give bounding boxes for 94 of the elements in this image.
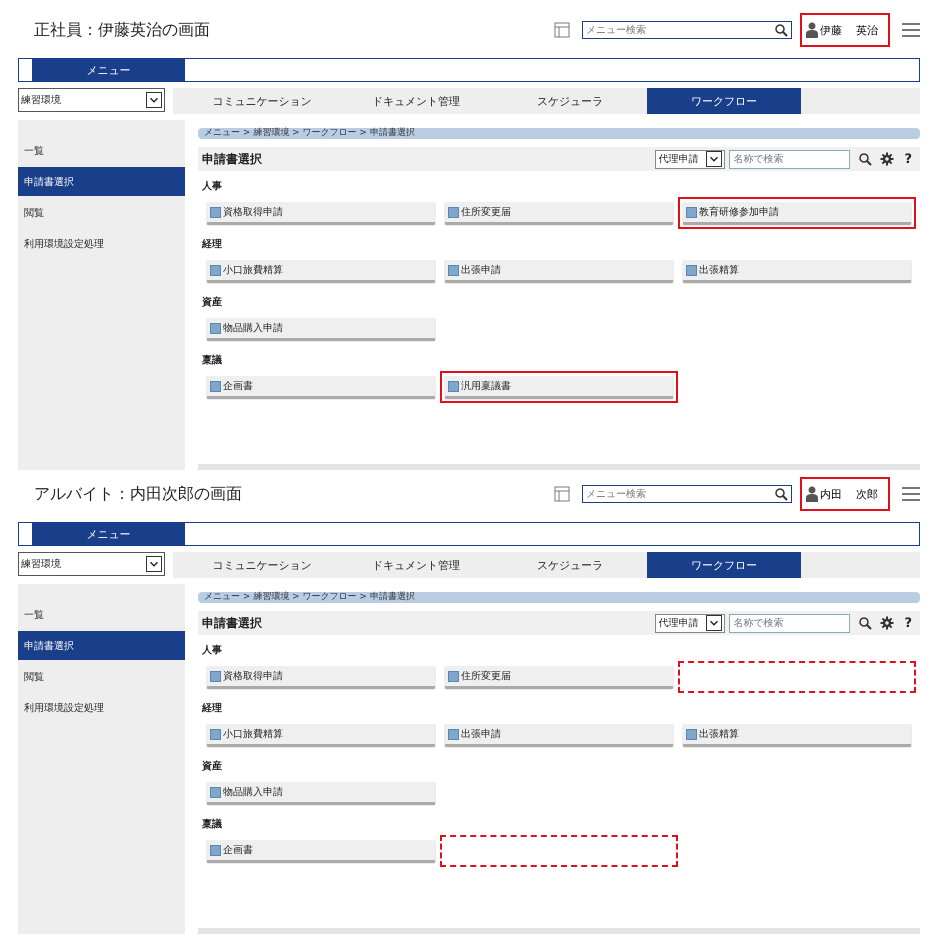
form-button[interactable]: 物品購入申請 bbox=[207, 318, 435, 340]
form-icon bbox=[448, 728, 459, 740]
form-button[interactable]: 出張精算 bbox=[683, 724, 911, 746]
settings-icon[interactable] bbox=[880, 616, 894, 630]
form-icon bbox=[448, 670, 459, 682]
nav-tab[interactable]: スケジューラ bbox=[493, 552, 647, 578]
form-icon bbox=[448, 380, 459, 392]
page-title: 申請書選択 bbox=[202, 150, 263, 168]
screen-caption: アルバイト：内田次郎の画面 bbox=[34, 484, 243, 504]
family-name: 内田 bbox=[820, 486, 842, 502]
form-button[interactable]: 小口旅費精算 bbox=[207, 260, 435, 282]
nav-tab[interactable]: ドキュメント管理 bbox=[339, 552, 493, 578]
nav-tab[interactable]: コミュニケーション bbox=[185, 88, 339, 114]
user-icon bbox=[806, 22, 818, 38]
form-button[interactable]: 資格取得申請 bbox=[207, 202, 435, 224]
environment-select[interactable]: 練習環境 bbox=[18, 552, 165, 576]
name-search-field[interactable]: 名称で検索 bbox=[729, 150, 850, 168]
menu-icon[interactable] bbox=[902, 23, 920, 37]
breadcrumb: メニュー > 練習環境 > ワークフロー > 申請書選択 bbox=[198, 592, 920, 603]
dropdown-icon bbox=[706, 151, 722, 167]
category-label: 経理 bbox=[202, 238, 223, 252]
form-button[interactable]: 住所変更届 bbox=[445, 202, 673, 224]
help-button[interactable]: ? bbox=[904, 152, 912, 166]
nav-tab[interactable]: コミュニケーション bbox=[185, 552, 339, 578]
user-icon bbox=[806, 486, 818, 502]
given-name: 英治 bbox=[856, 22, 878, 38]
user-button[interactable]: 伊藤 英治 bbox=[800, 13, 890, 47]
form-icon bbox=[448, 206, 459, 218]
menu-search-field[interactable]: メニュー検索 bbox=[582, 485, 792, 503]
layout-icon[interactable] bbox=[554, 22, 570, 38]
form-icon bbox=[210, 670, 221, 682]
sidebar-item[interactable]: 一覧 bbox=[18, 136, 185, 165]
nav-tab[interactable]: スケジューラ bbox=[493, 88, 647, 114]
form-icon bbox=[210, 206, 221, 218]
search-icon[interactable] bbox=[858, 152, 872, 166]
category-label: 資産 bbox=[202, 759, 223, 774]
form-icon bbox=[686, 264, 697, 276]
sidebar-item[interactable]: 申請書選択 bbox=[18, 167, 185, 196]
help-button[interactable]: ? bbox=[904, 616, 912, 630]
form-button[interactable]: 企画書 bbox=[207, 840, 435, 862]
given-name: 次郎 bbox=[856, 486, 878, 502]
form-button[interactable]: 出張申請 bbox=[445, 260, 673, 282]
nav-tab[interactable]: ドキュメント管理 bbox=[339, 88, 493, 114]
sidebar-item[interactable]: 利用環境設定処理 bbox=[18, 693, 185, 722]
menu-button[interactable]: メニュー bbox=[32, 59, 185, 81]
form-icon bbox=[210, 844, 221, 856]
breadcrumb: メニュー > 練習環境 > ワークフロー > 申請書選択 bbox=[198, 128, 920, 139]
form-button[interactable]: 汎用稟議書 bbox=[445, 376, 673, 398]
menu-icon[interactable] bbox=[902, 487, 920, 501]
nav-tab[interactable]: ワークフロー bbox=[647, 552, 801, 578]
page-title: 申請書選択 bbox=[202, 614, 263, 632]
sidebar-item[interactable]: 一覧 bbox=[18, 600, 185, 629]
form-button[interactable]: 教育研修参加申請 bbox=[683, 202, 911, 224]
form-button[interactable]: 資格取得申請 bbox=[207, 666, 435, 688]
form-icon bbox=[210, 786, 221, 798]
proxy-select[interactable]: 代理申請 bbox=[655, 614, 726, 632]
user-button[interactable]: 内田 次郎 bbox=[800, 477, 890, 511]
form-button[interactable]: 企画書 bbox=[207, 376, 435, 398]
category-label: 人事 bbox=[202, 180, 223, 194]
form-icon bbox=[686, 728, 697, 740]
screen-caption: 正社員：伊藤英治の画面 bbox=[34, 20, 211, 40]
sidebar-item[interactable]: 利用環境設定処理 bbox=[18, 229, 185, 258]
category-label: 稟議 bbox=[202, 353, 223, 368]
layout-icon[interactable] bbox=[554, 486, 570, 502]
form-icon bbox=[210, 728, 221, 740]
sidebar-item[interactable]: 閲覧 bbox=[18, 662, 185, 691]
dropdown-icon bbox=[706, 615, 722, 631]
form-button[interactable]: 住所変更届 bbox=[445, 666, 673, 688]
dropdown-icon bbox=[146, 556, 162, 572]
form-icon bbox=[686, 206, 697, 218]
sidebar-item[interactable]: 閲覧 bbox=[18, 198, 185, 227]
sidebar-item[interactable]: 申請書選択 bbox=[18, 631, 185, 660]
form-button[interactable]: 出張精算 bbox=[683, 260, 911, 282]
settings-icon[interactable] bbox=[880, 152, 894, 166]
form-button[interactable]: 物品購入申請 bbox=[207, 782, 435, 804]
environment-select[interactable]: 練習環境 bbox=[18, 88, 165, 112]
search-icon[interactable] bbox=[858, 616, 872, 630]
family-name: 伊藤 bbox=[820, 22, 842, 38]
category-label: 資産 bbox=[202, 295, 223, 310]
menu-search-field[interactable]: メニュー検索 bbox=[582, 21, 792, 39]
proxy-select[interactable]: 代理申請 bbox=[655, 150, 726, 168]
category-label: 稟議 bbox=[202, 817, 223, 832]
dropdown-icon bbox=[146, 92, 162, 108]
nav-tab[interactable]: ワークフロー bbox=[647, 88, 801, 114]
name-search-field[interactable]: 名称で検索 bbox=[729, 614, 850, 632]
form-button[interactable]: 小口旅費精算 bbox=[207, 724, 435, 746]
form-icon bbox=[210, 380, 221, 392]
menu-button[interactable]: メニュー bbox=[32, 523, 185, 545]
category-label: 人事 bbox=[202, 644, 223, 658]
form-icon bbox=[448, 264, 459, 276]
form-button[interactable]: 出張申請 bbox=[445, 724, 673, 746]
form-icon bbox=[210, 322, 221, 334]
category-label: 経理 bbox=[202, 702, 223, 716]
form-icon bbox=[210, 264, 221, 276]
